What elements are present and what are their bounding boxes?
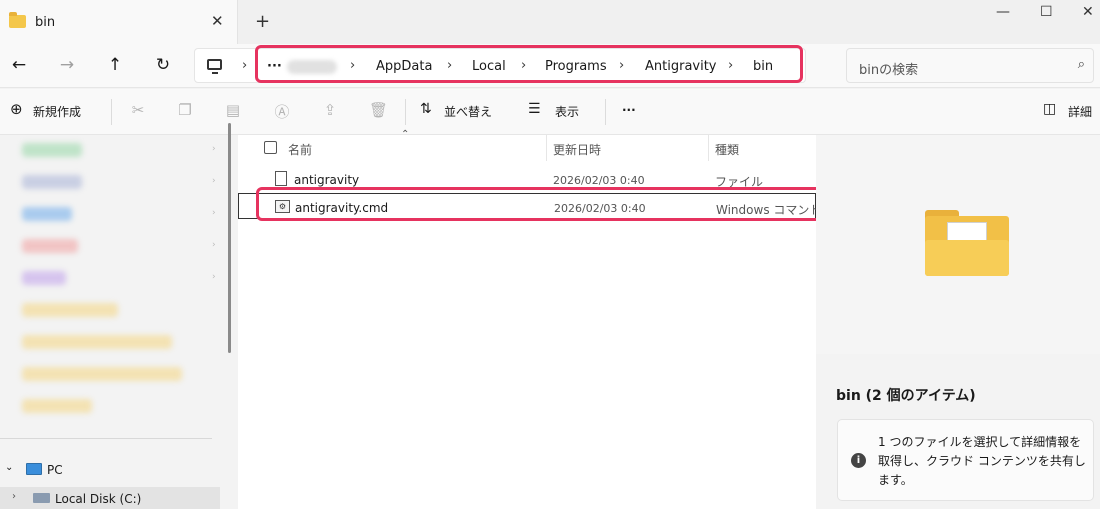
- navigation-pane: › › › › › ⌄ PC › Local Disk (C:): [0, 135, 238, 509]
- back-button[interactable]: ←: [6, 52, 32, 78]
- info-text: 1 つのファイルを選択して詳細情報を取得し、クラウド コンテンツを共有します。: [878, 435, 1086, 487]
- file-list: ⌃ 名前 更新日時 種類 antigravity 2026/02/03 0:40…: [238, 129, 823, 509]
- pc-icon: [207, 59, 222, 74]
- nav-item-redacted[interactable]: [22, 399, 92, 413]
- info-box: i 1 つのファイルを選択して詳細情報を取得し、クラウド コンテンツを共有します…: [837, 419, 1094, 501]
- chevron-right-icon[interactable]: ›: [212, 240, 216, 250]
- sort-button[interactable]: 並べ替え: [444, 103, 492, 120]
- file-icon: [275, 171, 287, 186]
- chevron-right-icon[interactable]: ›: [212, 208, 216, 218]
- nav-item-redacted[interactable]: [22, 175, 82, 189]
- tab-title: bin: [35, 15, 56, 30]
- minimize-button[interactable]: —: [996, 4, 1010, 20]
- view-button[interactable]: 表示: [555, 103, 579, 120]
- drive-icon: [33, 493, 50, 503]
- search-box[interactable]: binの検索 ⌕: [846, 48, 1094, 83]
- nav-item-redacted[interactable]: [22, 271, 66, 285]
- details-button[interactable]: 詳細: [1068, 103, 1092, 120]
- nav-pc-label: PC: [47, 463, 63, 477]
- chevron-right-icon[interactable]: ›: [212, 176, 216, 186]
- file-highlight-annotation: [256, 187, 823, 221]
- details-title: bin (2 個のアイテム): [836, 388, 976, 404]
- nav-item-redacted[interactable]: [22, 207, 72, 221]
- more-button[interactable]: ···: [622, 103, 636, 117]
- refresh-button[interactable]: ↻: [150, 52, 176, 78]
- sort-icon: ⇅: [420, 101, 432, 117]
- navigation-bar: ← → ↑ ↻ › ··· › AppData › Local › Progra…: [0, 44, 1100, 88]
- nav-disk-label: Local Disk (C:): [55, 492, 142, 506]
- nav-item-redacted[interactable]: [22, 239, 78, 253]
- divider: [605, 99, 606, 125]
- column-divider[interactable]: [708, 135, 709, 161]
- column-header-type[interactable]: 種類: [715, 141, 739, 158]
- new-tab-button[interactable]: +: [255, 11, 270, 32]
- nav-item-redacted[interactable]: [22, 367, 182, 381]
- command-bar: ⊕ 新規作成 ✂ ❐ ▤ Ⓐ ⇪ 🗑 ⇅ 並べ替え ☰ 表示 ··· ◫ 詳細: [0, 89, 1100, 135]
- close-tab-icon[interactable]: ✕: [211, 12, 224, 30]
- chevron-right-icon[interactable]: ›: [212, 144, 216, 154]
- share-icon[interactable]: ⇪: [321, 101, 339, 119]
- nav-item-local-disk[interactable]: › Local Disk (C:): [0, 487, 220, 509]
- column-header-name[interactable]: 名前: [288, 141, 312, 158]
- pc-icon: [26, 463, 42, 475]
- maximize-button[interactable]: ☐: [1040, 4, 1053, 20]
- cut-icon[interactable]: ✂: [129, 101, 147, 119]
- chevron-right-icon[interactable]: ›: [212, 272, 216, 282]
- title-bar: bin ✕ + — ☐ ✕: [0, 0, 1100, 44]
- divider: [0, 438, 212, 439]
- details-pane-icon: ◫: [1043, 101, 1057, 117]
- divider: [405, 99, 406, 125]
- plus-icon: ⊕: [10, 100, 23, 118]
- new-button[interactable]: 新規作成: [33, 103, 81, 120]
- nav-item-redacted[interactable]: [22, 303, 118, 317]
- chevron-down-icon[interactable]: ⌄: [5, 462, 13, 473]
- column-header-date[interactable]: 更新日時: [553, 141, 601, 158]
- chevron-right-icon[interactable]: ›: [12, 491, 16, 502]
- rename-icon[interactable]: Ⓐ: [273, 101, 291, 121]
- folder-icon: [9, 12, 26, 28]
- column-divider[interactable]: [546, 135, 547, 161]
- folder-preview-icon: [925, 210, 1009, 276]
- select-all-checkbox[interactable]: [264, 141, 277, 154]
- details-pane: bin (2 個のアイテム) i 1 つのファイルを選択して詳細情報を取得し、ク…: [816, 135, 1100, 509]
- chevron-right-icon: ›: [242, 58, 248, 73]
- delete-icon[interactable]: 🗑: [369, 101, 388, 119]
- nav-item-pc[interactable]: ⌄ PC: [0, 455, 220, 485]
- path-highlight-annotation: [255, 45, 803, 83]
- up-button[interactable]: ↑: [102, 52, 128, 78]
- nav-item-redacted[interactable]: [22, 335, 172, 349]
- close-window-button[interactable]: ✕: [1082, 4, 1094, 20]
- tab-bin[interactable]: bin ✕: [0, 0, 238, 44]
- search-icon: ⌕: [1077, 57, 1085, 72]
- copy-icon[interactable]: ❐: [176, 101, 194, 119]
- view-icon: ☰: [528, 101, 541, 117]
- paste-icon[interactable]: ▤: [224, 101, 242, 119]
- nav-scrollbar[interactable]: [228, 123, 231, 353]
- file-name: antigravity: [294, 173, 360, 187]
- forward-button[interactable]: →: [54, 52, 80, 78]
- file-date: 2026/02/03 0:40: [553, 174, 645, 187]
- preview-area: [816, 135, 1100, 354]
- sort-ascending-icon: ⌃: [401, 129, 410, 140]
- divider: [111, 99, 112, 125]
- nav-item-redacted[interactable]: [22, 143, 82, 157]
- search-input[interactable]: binの検索: [859, 59, 918, 78]
- info-icon: i: [851, 453, 866, 468]
